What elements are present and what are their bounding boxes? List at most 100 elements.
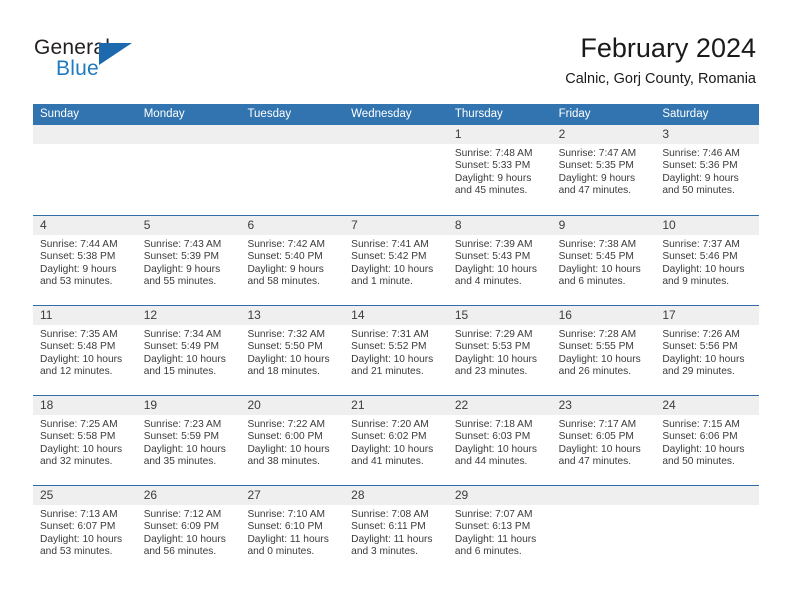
sunset-text: Sunset: 5:56 PM xyxy=(662,341,738,353)
sunrise-text: Sunrise: 7:31 AM xyxy=(351,329,429,340)
day-details: Sunrise: 7:39 AM Sunset: 5:43 PM Daylight:… xyxy=(448,235,552,289)
daylight-text-line2: and 15 minutes. xyxy=(143,366,217,378)
day-cell[interactable]: 8 Sunrise: 7:39 AM Sunset: 5:43 PM Daylight… xyxy=(447,216,552,305)
day-cell-empty xyxy=(33,125,137,215)
day-number-band: 15 xyxy=(447,306,552,325)
day-number-band: 10 xyxy=(655,216,760,235)
daylight-text-line2: and 0 minutes. xyxy=(247,546,315,558)
day-number-band: 18 xyxy=(33,396,137,415)
day-cell[interactable]: 9 Sunrise: 7:38 AM Sunset: 5:45 PM Daylight… xyxy=(551,216,656,305)
day-cell[interactable]: 13 Sunrise: 7:32 AM Sunset: 5:50 PM Dayligh… xyxy=(240,306,345,395)
day-cell[interactable]: 1 Sunrise: 7:48 AM Sunset: 5:33 PM Daylight… xyxy=(447,125,552,215)
daylight-text-line1: Daylight: 11 hours xyxy=(454,533,537,545)
day-number-band: 16 xyxy=(551,306,656,325)
daylight-text-line1: Daylight: 9 hours xyxy=(247,263,324,275)
day-cell[interactable]: 2 Sunrise: 7:47 AM Sunset: 5:35 PM Daylight… xyxy=(551,125,656,215)
sunset-text: Sunset: 5:46 PM xyxy=(662,251,738,263)
day-number: 12 xyxy=(143,308,158,322)
sunset-text: Sunset: 5:42 PM xyxy=(351,251,427,263)
day-number-band: 11 xyxy=(33,306,137,325)
day-number-band: 21 xyxy=(344,396,448,415)
day-details: Sunrise: 7:32 AM Sunset: 5:50 PM Daylight:… xyxy=(240,325,344,379)
day-number-band: 1 xyxy=(447,125,552,144)
sunrise-text: Sunrise: 7:25 AM xyxy=(40,419,118,430)
daylight-text-line2: and 21 minutes. xyxy=(351,366,424,378)
day-cell[interactable]: 18 Sunrise: 7:25 AM Sunset: 5:58 PM Dayligh… xyxy=(33,396,137,485)
daylight-text-line2: and 44 minutes. xyxy=(454,456,528,468)
day-cell[interactable]: 17 Sunrise: 7:26 AM Sunset: 5:56 PM Dayligh… xyxy=(655,306,760,395)
day-cell[interactable]: 7 Sunrise: 7:41 AM Sunset: 5:42 PM Daylight… xyxy=(344,216,448,305)
day-number-band: 23 xyxy=(551,396,656,415)
day-number: 18 xyxy=(40,398,54,412)
sunset-text: Sunset: 5:45 PM xyxy=(558,251,634,263)
day-cell-empty xyxy=(344,125,448,215)
day-details: Sunrise: 7:44 AM Sunset: 5:38 PM Daylight:… xyxy=(33,235,137,289)
day-number: 29 xyxy=(454,488,469,502)
day-details: Sunrise: 7:18 AM Sunset: 6:03 PM Daylight:… xyxy=(448,415,552,469)
day-number-band: 13 xyxy=(240,306,345,325)
day-details: Sunrise: 7:48 AM Sunset: 5:33 PM Daylight:… xyxy=(448,144,552,198)
day-details: Sunrise: 7:29 AM Sunset: 5:53 PM Daylight:… xyxy=(448,325,552,379)
daylight-text-line2: and 55 minutes. xyxy=(143,276,217,288)
sunrise-text: Sunrise: 7:38 AM xyxy=(558,239,637,250)
title-block: February 2024 Calnic, Gorj County, Roman… xyxy=(565,32,756,89)
day-number: 20 xyxy=(247,398,261,412)
weekday-header-row: Sunday Monday Tuesday Wednesday Thursday… xyxy=(33,104,759,125)
daylight-text-line2: and 26 minutes. xyxy=(558,366,632,378)
day-cell[interactable]: 4 Sunrise: 7:44 AM Sunset: 5:38 PM Daylight… xyxy=(33,216,137,305)
day-number-band: 27 xyxy=(240,486,345,505)
day-cell[interactable]: 22 Sunrise: 7:18 AM Sunset: 6:03 PM Dayligh… xyxy=(447,396,552,485)
day-cell[interactable]: 23 Sunrise: 7:17 AM Sunset: 6:05 PM Dayligh… xyxy=(551,396,656,485)
sunrise-text: Sunrise: 7:10 AM xyxy=(247,509,326,520)
day-number: 25 xyxy=(40,488,54,502)
sunset-text: Sunset: 5:40 PM xyxy=(247,251,323,263)
general-blue-logo[interactable]: General Blue xyxy=(34,36,144,84)
day-cell[interactable]: 5 Sunrise: 7:43 AM Sunset: 5:39 PM Daylight… xyxy=(136,216,241,305)
day-number-band: 2 xyxy=(551,125,656,144)
day-cell[interactable]: 28 Sunrise: 7:08 AM Sunset: 6:11 PM Dayligh… xyxy=(344,486,448,575)
day-cell[interactable]: 19 Sunrise: 7:23 AM Sunset: 5:59 PM Dayligh… xyxy=(136,396,241,485)
day-cell[interactable]: 3 Sunrise: 7:46 AM Sunset: 5:36 PM Daylight… xyxy=(655,125,760,215)
daylight-text-line1: Daylight: 10 hours xyxy=(143,353,226,365)
day-cell[interactable]: 12 Sunrise: 7:34 AM Sunset: 5:49 PM Dayligh… xyxy=(136,306,241,395)
daylight-text-line2: and 29 minutes. xyxy=(662,366,735,378)
daylight-text-line1: Daylight: 10 hours xyxy=(40,443,123,455)
day-details: Sunrise: 7:35 AM Sunset: 5:48 PM Daylight:… xyxy=(33,325,137,379)
day-cell[interactable]: 27 Sunrise: 7:10 AM Sunset: 6:10 PM Dayligh… xyxy=(240,486,345,575)
day-number: 28 xyxy=(351,488,365,502)
day-details: Sunrise: 7:26 AM Sunset: 5:56 PM Daylight:… xyxy=(655,325,759,379)
day-cell[interactable]: 20 Sunrise: 7:22 AM Sunset: 6:00 PM Dayligh… xyxy=(240,396,345,485)
sunrise-text: Sunrise: 7:37 AM xyxy=(662,239,740,250)
daylight-text-line2: and 4 minutes. xyxy=(454,276,522,288)
day-details: Sunrise: 7:25 AM Sunset: 5:58 PM Daylight:… xyxy=(33,415,137,469)
day-cell[interactable]: 25 Sunrise: 7:13 AM Sunset: 6:07 PM Dayligh… xyxy=(33,486,137,575)
calendar-week-row: 18 Sunrise: 7:25 AM Sunset: 5:58 PM Dayligh… xyxy=(33,395,760,485)
day-cell[interactable]: 6 Sunrise: 7:42 AM Sunset: 5:40 PM Daylight… xyxy=(240,216,345,305)
day-number-band: 17 xyxy=(655,306,760,325)
day-number-band: 4 xyxy=(33,216,137,235)
day-details: Sunrise: 7:43 AM Sunset: 5:39 PM Daylight:… xyxy=(137,235,241,289)
daylight-text-line1: Daylight: 9 hours xyxy=(558,172,636,184)
day-cell[interactable]: 29 Sunrise: 7:07 AM Sunset: 6:13 PM Dayligh… xyxy=(447,486,552,575)
daylight-text-line2: and 50 minutes. xyxy=(662,456,735,468)
daylight-text-line1: Daylight: 9 hours xyxy=(454,172,532,184)
day-cell[interactable]: 15 Sunrise: 7:29 AM Sunset: 5:53 PM Dayligh… xyxy=(447,306,552,395)
day-cell[interactable]: 24 Sunrise: 7:15 AM Sunset: 6:06 PM Dayligh… xyxy=(655,396,760,485)
day-cell[interactable]: 21 Sunrise: 7:20 AM Sunset: 6:02 PM Dayligh… xyxy=(344,396,448,485)
sunrise-text: Sunrise: 7:29 AM xyxy=(454,329,533,340)
day-cell[interactable]: 10 Sunrise: 7:37 AM Sunset: 5:46 PM Dayligh… xyxy=(655,216,760,305)
sunset-text: Sunset: 5:39 PM xyxy=(143,251,220,263)
page-subtitle: Calnic, Gorj County, Romania xyxy=(565,71,756,87)
weekday-header-monday: Monday xyxy=(143,108,185,120)
daylight-text-line1: Daylight: 10 hours xyxy=(351,263,434,275)
day-number-band: 7 xyxy=(344,216,448,235)
day-details: Sunrise: 7:13 AM Sunset: 6:07 PM Daylight:… xyxy=(33,505,137,559)
day-number: 8 xyxy=(454,218,462,232)
sunset-text: Sunset: 6:11 PM xyxy=(351,521,426,533)
day-cell[interactable]: 26 Sunrise: 7:12 AM Sunset: 6:09 PM Dayligh… xyxy=(136,486,241,575)
day-cell[interactable]: 14 Sunrise: 7:31 AM Sunset: 5:52 PM Dayligh… xyxy=(344,306,448,395)
calendar-weeks: 1 Sunrise: 7:48 AM Sunset: 5:33 PM Daylight… xyxy=(33,125,760,575)
day-cell[interactable]: 11 Sunrise: 7:35 AM Sunset: 5:48 PM Dayligh… xyxy=(33,306,137,395)
day-number: 2 xyxy=(558,127,566,141)
day-cell[interactable]: 16 Sunrise: 7:28 AM Sunset: 5:55 PM Dayligh… xyxy=(551,306,656,395)
